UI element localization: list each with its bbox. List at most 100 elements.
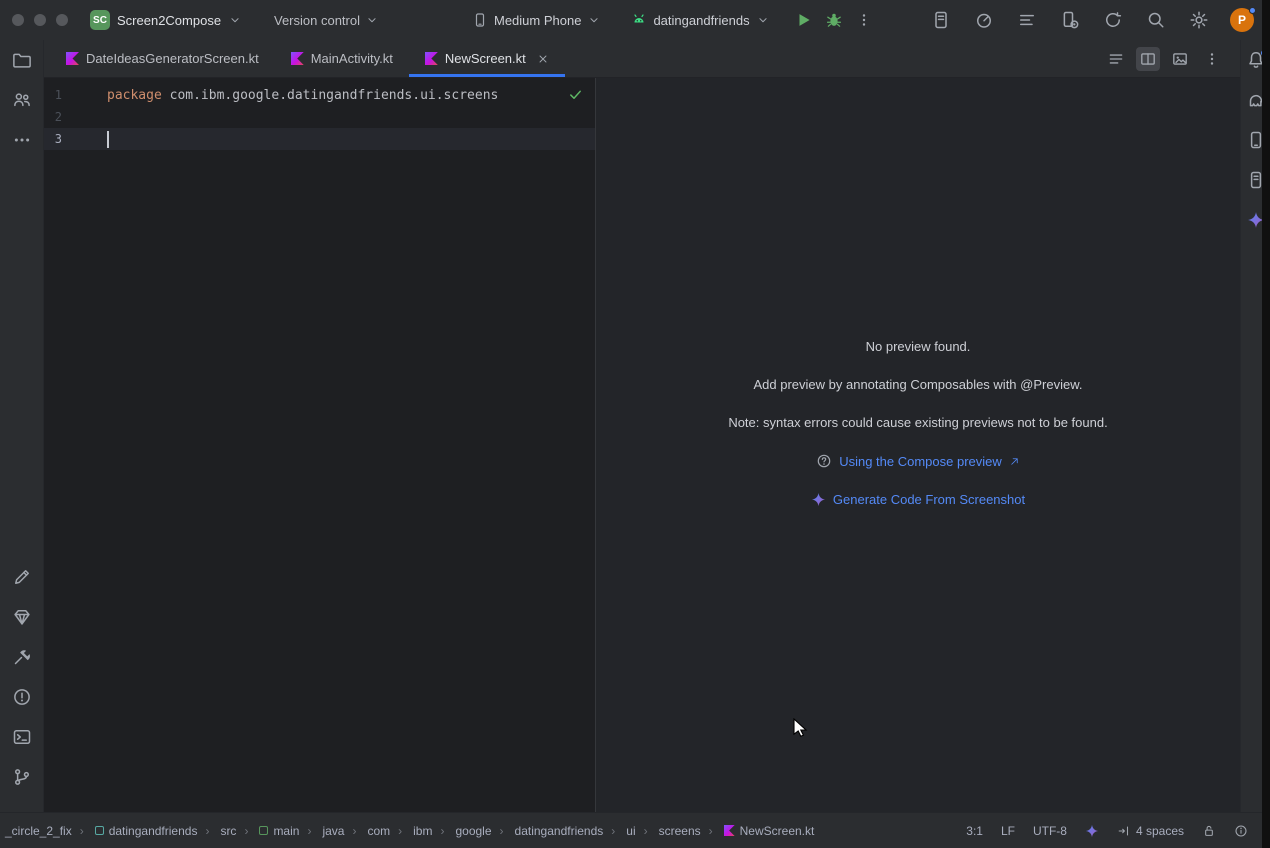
breadcrumb-item[interactable]: ibm — [391, 824, 433, 838]
chevron-down-icon — [587, 13, 601, 27]
kebab-menu-icon — [856, 12, 872, 28]
text-caret — [107, 131, 109, 148]
tab-label: DateIdeasGeneratorScreen.kt — [86, 51, 259, 66]
compose-preview-doc-link[interactable]: Using the Compose preview — [839, 454, 1002, 469]
project-tool-button[interactable] — [10, 48, 34, 72]
no-preview-title: No preview found. — [866, 338, 971, 356]
git-branch-icon — [12, 767, 32, 787]
close-tab-button[interactable] — [537, 53, 549, 65]
logcat-button[interactable] — [1015, 8, 1039, 32]
breadcrumb-item[interactable]: ui — [604, 824, 636, 838]
tab-mainactivity[interactable]: MainActivity.kt — [275, 40, 409, 77]
chevron-down-icon — [756, 13, 770, 27]
bug-icon — [825, 11, 843, 29]
encoding-widget[interactable]: UTF-8 — [1033, 824, 1067, 838]
problems-tool-button[interactable] — [10, 685, 34, 709]
commit-tool-button[interactable] — [10, 88, 34, 112]
design-tools-button[interactable] — [10, 565, 34, 589]
kotlin-file-icon — [291, 52, 304, 65]
device-selector[interactable]: Medium Phone — [472, 12, 601, 28]
profiler-button[interactable] — [972, 8, 996, 32]
breadcrumb-item[interactable]: google — [433, 824, 492, 838]
breadcrumb-item[interactable]: datingandfriends — [493, 824, 605, 838]
user-avatar[interactable]: P — [1230, 8, 1254, 32]
run-configuration-selector[interactable]: datingandfriends — [631, 12, 769, 28]
line-number: 3 — [44, 132, 62, 146]
version-control-widget[interactable]: Version control — [274, 0, 379, 40]
indent-widget[interactable]: 4 spaces — [1117, 824, 1184, 838]
sync-project-button[interactable] — [1101, 8, 1125, 32]
breadcrumb-item[interactable]: com — [345, 824, 391, 838]
code-line-1: 1 package com.ibm.google.datingandfriend… — [44, 84, 595, 106]
avatar-initial: P — [1238, 13, 1246, 27]
more-tool-windows-button[interactable] — [10, 128, 34, 152]
search-everywhere-button[interactable] — [1144, 8, 1168, 32]
phone-icon — [472, 12, 488, 28]
debug-button[interactable] — [822, 8, 846, 32]
breadcrumb-item-file[interactable]: NewScreen.kt — [702, 824, 816, 838]
build-tool-button[interactable] — [10, 645, 34, 669]
pencil-icon — [12, 567, 32, 587]
device-manager-button[interactable] — [1058, 8, 1082, 32]
compose-preview-help-row: Using the Compose preview — [816, 452, 1020, 470]
unlock-icon — [1202, 824, 1216, 838]
layout-inspector-button[interactable] — [929, 8, 953, 32]
breadcrumb-item[interactable]: java — [300, 824, 345, 838]
help-icon — [816, 453, 832, 469]
breadcrumb-item[interactable]: screens — [637, 824, 702, 838]
kotlin-file-icon — [425, 52, 438, 65]
split-view-button[interactable] — [1136, 47, 1160, 71]
folder-icon — [12, 50, 32, 70]
device-manager-icon — [1060, 10, 1080, 30]
run-config-name: datingandfriends — [653, 13, 749, 28]
editor-options-button[interactable] — [1200, 47, 1224, 71]
settings-button[interactable] — [1187, 8, 1211, 32]
more-dots-icon — [12, 130, 32, 150]
breadcrumb-item[interactable]: _circle_2_fix — [4, 824, 73, 838]
inspections-widget[interactable] — [568, 87, 583, 102]
window-controls — [12, 14, 68, 26]
breadcrumb-item[interactable]: datingandfriends — [73, 824, 199, 838]
profiler-icon — [974, 10, 994, 30]
source-root-icon — [259, 826, 268, 835]
indent-icon — [1117, 824, 1131, 838]
titlebar-actions: P — [929, 0, 1254, 40]
ide-status-indicator[interactable] — [1234, 824, 1248, 838]
ai-assistant-status[interactable] — [1085, 824, 1099, 838]
hammer-icon — [12, 647, 32, 667]
no-preview-hint: Add preview by annotating Composables wi… — [754, 376, 1083, 394]
generate-code-link[interactable]: Generate Code From Screenshot — [833, 492, 1025, 507]
resource-manager-button[interactable] — [10, 605, 34, 629]
editor-area: DateIdeasGeneratorScreen.kt MainActivity… — [44, 40, 1240, 812]
project-widget[interactable]: SC Screen2Compose — [90, 0, 242, 40]
users-icon — [12, 90, 32, 110]
preview-mode-toggles — [1104, 40, 1240, 77]
design-view-icon — [1171, 50, 1189, 68]
line-separator-widget[interactable]: LF — [1001, 824, 1015, 838]
more-run-options-button[interactable] — [852, 8, 876, 32]
cursor-position-widget[interactable]: 3:1 — [966, 824, 983, 838]
tab-newscreen[interactable]: NewScreen.kt — [409, 40, 565, 77]
terminal-tool-button[interactable] — [10, 725, 34, 749]
left-tool-stripe — [0, 40, 44, 812]
code-editor[interactable]: 1 package com.ibm.google.datingandfriend… — [44, 78, 595, 812]
code-view-button[interactable] — [1104, 47, 1128, 71]
play-icon — [795, 11, 813, 29]
compose-preview-pane: No preview found. Add preview by annotat… — [596, 78, 1240, 812]
zoom-window-button[interactable] — [56, 14, 68, 26]
kotlin-file-icon — [66, 52, 79, 65]
device-name: Medium Phone — [494, 13, 581, 28]
run-button[interactable] — [792, 8, 816, 32]
close-window-button[interactable] — [12, 14, 24, 26]
tab-label: MainActivity.kt — [311, 51, 393, 66]
status-bar: _circle_2_fix datingandfriends src main … — [0, 812, 1270, 848]
breadcrumb-item[interactable]: main — [237, 824, 300, 838]
tab-dateideasgeneratorscreen[interactable]: DateIdeasGeneratorScreen.kt — [50, 40, 275, 77]
code-view-icon — [1107, 50, 1125, 68]
sync-icon — [1103, 10, 1123, 30]
design-view-button[interactable] — [1168, 47, 1192, 71]
minimize-window-button[interactable] — [34, 14, 46, 26]
write-access-widget[interactable] — [1202, 824, 1216, 838]
version-control-tool-button[interactable] — [10, 765, 34, 789]
breadcrumb-item[interactable]: src — [198, 824, 237, 838]
